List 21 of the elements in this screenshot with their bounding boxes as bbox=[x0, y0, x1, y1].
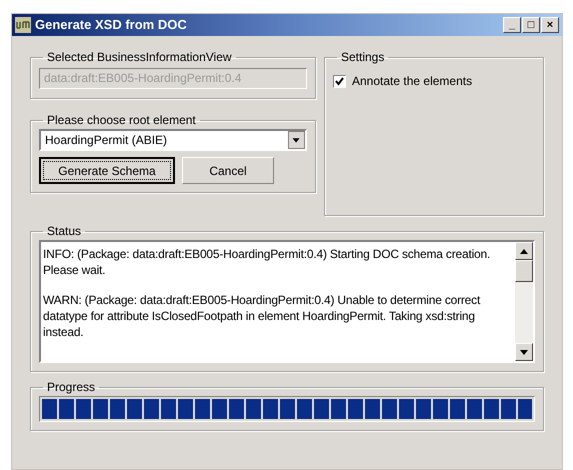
scrollbar-thumb[interactable] bbox=[515, 260, 533, 282]
maximize-button[interactable]: □ bbox=[522, 17, 540, 33]
log-message: INFO: (Package: data:draft:EB005-HoardingPermit:0.4) Starting DOC schema creation. Please wait. bbox=[43, 246, 492, 278]
group-label: Selected BusinessInformationView bbox=[46, 49, 233, 66]
window-title: Generate XSD from DOC bbox=[35, 16, 188, 34]
down-arrow-icon[interactable] bbox=[520, 350, 528, 354]
log-message: WARN: (Package: data:draft:EB005-HoardingPermit:0.4) Unable to determine correct datatype for attribute IsClosedFootpath in element HoardingPermit. Taking xsd:string instead. bbox=[43, 292, 482, 340]
minimize-button[interactable]: _ bbox=[503, 17, 521, 33]
group-label: Please choose root element bbox=[46, 112, 197, 129]
checkbox-label: Annotate the elements bbox=[352, 73, 472, 90]
cancel-button[interactable]: Cancel bbox=[182, 157, 274, 184]
group-label: Settings bbox=[340, 49, 386, 66]
root-element-dropdown[interactable]: HoardingPermit (ABIE) bbox=[39, 129, 307, 151]
close-button[interactable]: × bbox=[541, 17, 559, 33]
app-icon bbox=[15, 17, 31, 33]
scrollbar[interactable] bbox=[515, 242, 533, 361]
generate-schema-button[interactable]: Generate Schema bbox=[39, 157, 175, 184]
group-label: Status bbox=[46, 223, 82, 240]
checkbox[interactable] bbox=[333, 74, 346, 88]
up-arrow-icon[interactable] bbox=[520, 248, 528, 254]
group-label: Progress bbox=[46, 379, 96, 396]
